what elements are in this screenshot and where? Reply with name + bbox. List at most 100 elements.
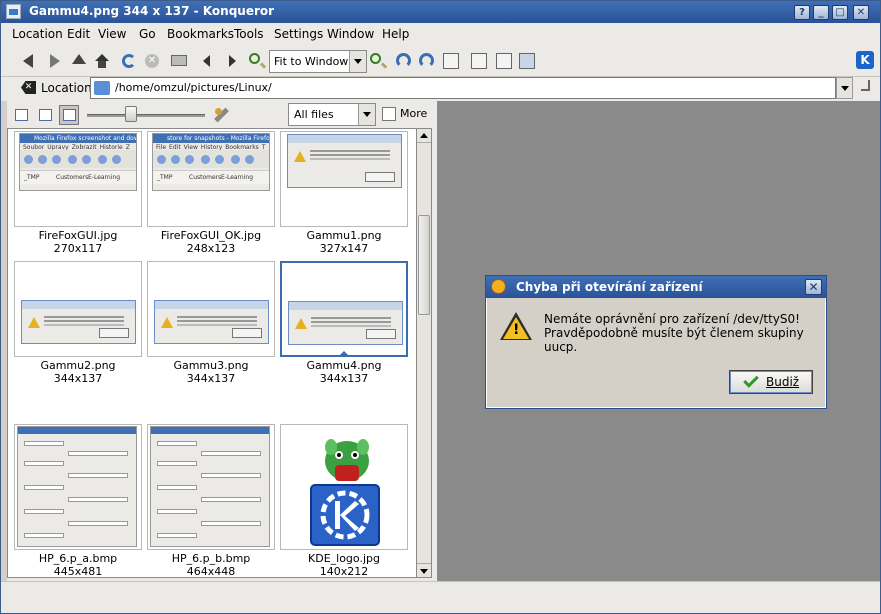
more-label: More: [400, 107, 428, 120]
dialog-message-line1: Nemáte oprávnění pro zařízení /dev/ttyS0…: [544, 312, 800, 326]
up-icon[interactable]: [69, 51, 89, 71]
thumbnail-image[interactable]: [147, 424, 275, 550]
slider-handle[interactable]: [124, 106, 137, 122]
thumbnail-scrollbar[interactable]: [416, 128, 432, 578]
list-view-icon[interactable]: [11, 105, 31, 125]
scroll-down-icon[interactable]: [417, 563, 431, 577]
form-preview: [150, 426, 270, 547]
thumbnail-filename: HP_6.p_b.bmp: [171, 552, 251, 565]
gammu-icon: [491, 279, 506, 294]
menu-tools[interactable]: Tools: [234, 27, 264, 41]
maximize-button[interactable]: □: [832, 5, 848, 20]
thumbnail-item[interactable]: KDE_logo.jpg 140x212: [280, 424, 408, 577]
firefox-preview: Mozilla Firefox screenshot and down Soubo…: [19, 133, 137, 191]
status-bar: [1, 581, 880, 613]
clear-location-icon[interactable]: ✕: [21, 81, 36, 94]
thumbnail-filename: FireFoxGUI_OK.jpg: [160, 229, 262, 242]
menu-window[interactable]: Window: [327, 27, 374, 41]
image-viewer[interactable]: Chyba při otevírání zařízení ✕ ! Nemáte …: [437, 101, 880, 581]
thumbnail-dimensions: 445x481: [53, 565, 103, 578]
stop-icon[interactable]: ✕: [142, 51, 162, 71]
forward-icon[interactable]: [44, 51, 64, 71]
side-thumbnail-icon[interactable]: [35, 105, 55, 125]
fullscreen-icon[interactable]: [441, 51, 461, 71]
thumbnail-dimensions: 344x137: [186, 372, 236, 385]
reload-icon[interactable]: [119, 51, 139, 71]
kde-icon: K: [856, 51, 874, 69]
thumbnail-image[interactable]: [14, 424, 142, 550]
menu-go[interactable]: Go: [139, 27, 156, 41]
location-url: /home/omzul/pictures/Linux/: [115, 81, 272, 94]
thumbnail-item[interactable]: Gammu3.png 344x137: [147, 261, 275, 421]
thumbnail-pane: All files More Mozilla Firefox screensho…: [7, 101, 432, 581]
menu-edit[interactable]: Edit: [67, 27, 90, 41]
rotate-right-icon[interactable]: [417, 51, 437, 71]
go-icon[interactable]: [859, 80, 873, 94]
thumbnail-image[interactable]: [280, 261, 408, 357]
preview-icon[interactable]: [517, 51, 537, 71]
thumbnail-image[interactable]: store for snapshots - Mozilla Firefox Fil…: [147, 131, 275, 227]
thumbnail-dimensions: 270x117: [53, 242, 103, 255]
location-history-dropdown[interactable]: [836, 77, 853, 99]
preview-bookmark: Customers: [56, 174, 89, 181]
file-filter-select[interactable]: All files: [288, 103, 376, 126]
thumbnail-item[interactable]: Gammu2.png 344x137: [14, 261, 142, 421]
prev-image-icon[interactable]: [197, 51, 217, 71]
thumbnail-grid[interactable]: Mozilla Firefox screenshot and down Soubo…: [7, 128, 417, 578]
form-preview: [17, 426, 137, 547]
menu-bar: Location Edit View Go Bookmarks Tools Se…: [1, 23, 880, 45]
scrollbar-thumb[interactable]: [418, 215, 430, 315]
menu-settings[interactable]: Settings: [274, 27, 323, 41]
menu-bookmarks[interactable]: Bookmarks: [167, 27, 234, 41]
thumbnail-item[interactable]: Gammu4.png 344x137: [280, 261, 408, 421]
thumbnail-view-icon[interactable]: [59, 105, 79, 125]
checkmark-icon: [743, 372, 759, 388]
minimize-button[interactable]: _: [813, 5, 829, 20]
dialog-title-bar: Chyba při otevírání zařízení ✕: [486, 276, 826, 298]
thumbnail-item[interactable]: HP_6.p_a.bmp 445x481: [14, 424, 142, 578]
back-icon[interactable]: [19, 51, 39, 71]
chevron-down-icon[interactable]: [349, 51, 366, 72]
thumbnail-image[interactable]: [147, 261, 275, 357]
window-icon[interactable]: [6, 4, 21, 19]
selection-pointer-icon: [338, 351, 350, 357]
chevron-down-icon[interactable]: [358, 104, 375, 125]
menu-location[interactable]: Location: [12, 27, 63, 41]
preview-caption: store for snapshots - Mozilla Firefox: [153, 134, 269, 143]
location-input[interactable]: /home/omzul/pictures/Linux/: [90, 77, 836, 99]
more-checkbox[interactable]: [382, 107, 396, 121]
scroll-up-icon[interactable]: [417, 129, 431, 143]
warning-exclamation: !: [513, 322, 520, 338]
thumbnail-image[interactable]: [14, 261, 142, 357]
preview-bookmark: _TMP: [157, 174, 173, 181]
home-icon[interactable]: [92, 51, 112, 71]
title-bar[interactable]: Gammu4.png 344 x 137 - Konqueror ? _ □ ✕: [1, 1, 880, 23]
next-image-icon[interactable]: [223, 51, 243, 71]
grid-icon[interactable]: [469, 51, 489, 71]
dialog-message-line2: Pravděpodobně musíte být členem skupiny …: [544, 326, 804, 354]
menu-view[interactable]: View: [98, 27, 126, 41]
preview-bookmark: _TMP: [24, 174, 40, 181]
thumbnail-dimensions: 344x137: [319, 372, 369, 385]
menu-help[interactable]: Help: [382, 27, 409, 41]
close-button[interactable]: ✕: [853, 5, 869, 20]
thumbnail-dimensions: 464x448: [186, 565, 236, 578]
thumbnail-image[interactable]: Mozilla Firefox screenshot and down Soubo…: [14, 131, 142, 227]
view-mode-icon[interactable]: [494, 51, 514, 71]
thumbnail-size-slider[interactable]: [87, 114, 205, 117]
rotate-left-icon[interactable]: [394, 51, 414, 71]
wrench-icon[interactable]: [213, 107, 229, 123]
zoom-select[interactable]: Fit to Window: [269, 50, 367, 73]
file-filter-value: All files: [294, 108, 334, 121]
dialog-preview: [288, 301, 403, 345]
preview-bookmark: E-Learning: [221, 174, 254, 181]
thumbnail-image[interactable]: [280, 131, 408, 227]
help-button[interactable]: ?: [794, 5, 810, 20]
zoom-in-icon[interactable]: [368, 51, 388, 71]
thumbnail-filename: Gammu3.png: [173, 359, 249, 372]
thumbnail-image[interactable]: [280, 424, 408, 550]
print-icon[interactable]: [169, 51, 189, 71]
thumbnail-item[interactable]: HP_6.p_b.bmp 464x448: [147, 424, 275, 578]
zoom-icon[interactable]: [247, 51, 267, 71]
location-bar: ✕ Location: /home/omzul/pictures/Linux/: [1, 77, 880, 101]
